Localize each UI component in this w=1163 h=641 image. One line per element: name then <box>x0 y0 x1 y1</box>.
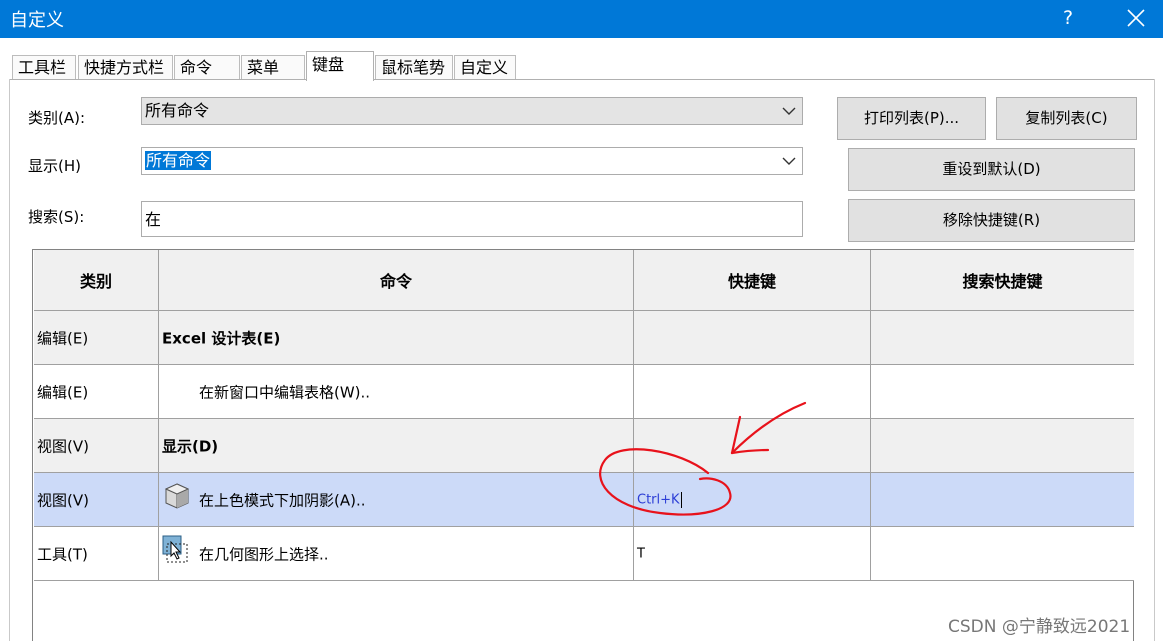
row-command: 在新窗口中编辑表格(W).. <box>159 365 634 418</box>
row-search-shortcut <box>871 311 1134 364</box>
row-shortcut[interactable] <box>634 419 871 472</box>
row-category: 视图(V) <box>34 419 159 472</box>
watermark: CSDN @宁静致远2021 <box>948 617 1131 637</box>
chevron-down-icon <box>782 157 796 165</box>
print-list-button[interactable]: 打印列表(P)... <box>837 97 986 140</box>
shortcut-table[interactable]: 类别 命令 快捷键 搜索快捷键 编辑(E) Excel 设计表(E) 编辑(E)… <box>32 249 1134 641</box>
tab-commands[interactable]: 命令 <box>174 55 240 79</box>
reset-default-button[interactable]: 重设到默认(D) <box>848 148 1135 191</box>
panel-border-left <box>9 79 10 641</box>
table-row[interactable]: 工具(T) 在几何图形上选择.. T <box>34 527 1134 581</box>
panel-border-right <box>1154 79 1155 641</box>
search-label: 搜索(S): <box>28 208 85 226</box>
row-category: 编辑(E) <box>34 311 159 364</box>
tab-keyboard[interactable]: 键盘 <box>306 51 374 81</box>
tab-customize[interactable]: 自定义 <box>454 55 516 79</box>
row-search-shortcut <box>871 527 1134 580</box>
table-row[interactable]: 视图(V) 显示(D) <box>34 419 1134 473</box>
tab-divider <box>9 79 1155 80</box>
tab-shortcut-bars[interactable]: 快捷方式栏 <box>78 55 173 79</box>
show-value: 所有命令 <box>145 151 212 170</box>
help-button[interactable]: ? <box>1055 4 1081 32</box>
table-row[interactable]: 编辑(E) 在新窗口中编辑表格(W).. <box>34 365 1134 419</box>
window-title: 自定义 <box>10 10 64 31</box>
row-shortcut[interactable]: Ctrl+K <box>634 473 871 526</box>
table-header: 类别 命令 快捷键 搜索快捷键 <box>34 250 1134 311</box>
header-category[interactable]: 类别 <box>34 250 159 310</box>
row-category: 编辑(E) <box>34 365 159 418</box>
show-label: 显示(H) <box>28 157 81 175</box>
row-search-shortcut <box>871 365 1134 418</box>
tab-toolbars[interactable]: 工具栏 <box>12 55 76 79</box>
table-row[interactable]: 编辑(E) Excel 设计表(E) <box>34 311 1134 365</box>
row-shortcut[interactable]: T <box>634 527 871 580</box>
row-shortcut[interactable] <box>634 365 871 418</box>
table-row-selected[interactable]: 视图(V) 在上色模式下加阴影(A).. Ctrl+K <box>34 473 1134 527</box>
row-category: 工具(T) <box>34 527 159 580</box>
row-search-shortcut <box>871 473 1134 526</box>
title-bar: 自定义 ? <box>0 0 1163 38</box>
shaded-cube-icon <box>164 483 190 509</box>
show-select[interactable]: 所有命令 <box>141 147 803 175</box>
search-input[interactable]: 在 <box>141 201 803 237</box>
row-command: 在上色模式下加阴影(A).. <box>159 473 634 526</box>
row-command: 显示(D) <box>159 419 634 472</box>
remove-shortcut-button[interactable]: 移除快捷键(R) <box>848 199 1135 242</box>
row-command: 在几何图形上选择.. <box>159 527 634 580</box>
header-shortcut[interactable]: 快捷键 <box>634 250 871 310</box>
category-value: 所有命令 <box>145 101 210 120</box>
close-icon[interactable] <box>1122 4 1150 32</box>
select-geometry-icon <box>162 535 188 563</box>
header-command[interactable]: 命令 <box>159 250 634 310</box>
text-caret <box>680 491 682 508</box>
copy-list-button[interactable]: 复制列表(C) <box>996 97 1137 140</box>
row-command: Excel 设计表(E) <box>159 311 634 364</box>
header-search-shortcut[interactable]: 搜索快捷键 <box>871 250 1134 310</box>
category-select[interactable]: 所有命令 <box>141 97 803 125</box>
tab-mouse-gestures[interactable]: 鼠标笔势 <box>375 55 453 79</box>
chevron-down-icon <box>782 107 796 115</box>
category-label: 类别(A): <box>28 109 86 127</box>
tab-menus[interactable]: 菜单 <box>241 55 305 79</box>
shortcut-value[interactable]: Ctrl+K <box>637 491 682 508</box>
row-search-shortcut <box>871 419 1134 472</box>
row-category: 视图(V) <box>34 473 159 526</box>
row-shortcut[interactable] <box>634 311 871 364</box>
